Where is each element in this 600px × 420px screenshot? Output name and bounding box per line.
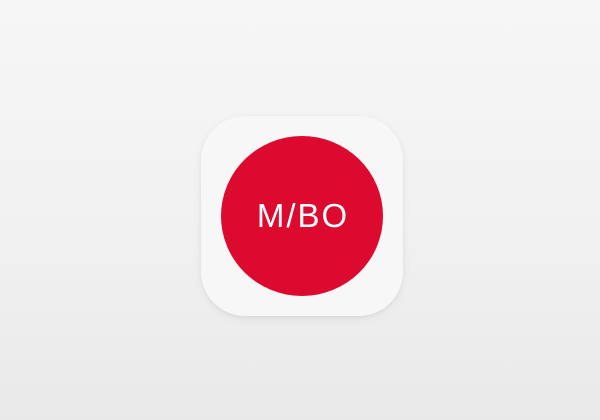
mibo-logo-circle: M/BO bbox=[221, 136, 383, 296]
desktop-background: M/BO bbox=[0, 0, 600, 420]
mibo-app-icon[interactable]: M/BO bbox=[201, 116, 403, 316]
mibo-logo-text: M/BO bbox=[256, 196, 350, 234]
